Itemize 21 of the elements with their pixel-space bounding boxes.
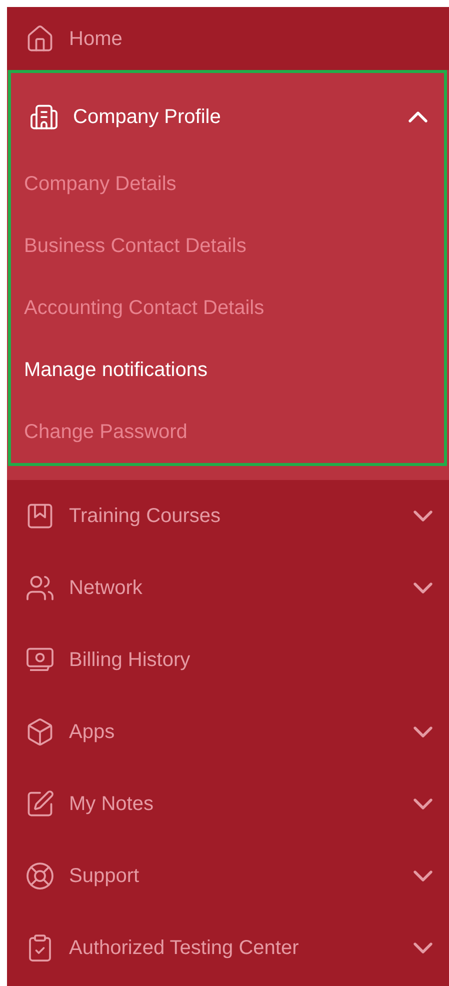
lifebuoy-icon [25,861,55,891]
nav-link[interactable]: Billing History [69,645,190,675]
bookmark-icon [25,501,55,531]
submenu-link[interactable]: Change Password [24,417,188,447]
submenu-link[interactable]: Company Details [24,169,176,199]
nav-link[interactable]: Network [69,573,142,603]
building-icon [29,102,59,132]
nav-link[interactable]: Training Courses [69,501,221,531]
home-icon [25,24,55,54]
box-icon [25,717,55,747]
nav-link[interactable]: My Notes [69,789,154,819]
nav-link[interactable]: Home [69,24,122,54]
nav-link[interactable]: Apps [69,717,115,747]
pen-icon [25,789,55,819]
submenu-link[interactable]: Business Contact Details [24,231,246,261]
nav-link[interactable]: Company Profile [73,102,221,132]
users-icon [25,573,55,603]
nav-link[interactable]: Authorized Testing Center [69,933,299,963]
nav-link[interactable]: Support [69,861,140,891]
submenu-link[interactable]: Manage notifications [24,355,208,385]
submenu-link[interactable]: Accounting Contact Details [24,293,264,323]
